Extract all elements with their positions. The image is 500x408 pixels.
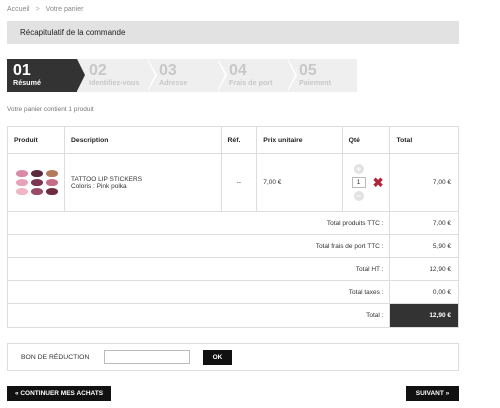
header-unit-price: Prix unitaire: [256, 126, 343, 154]
coupon-box: BON DE RÉDUCTION OK: [7, 343, 459, 371]
step-payment: 05 Paiement: [287, 59, 357, 92]
step-label: Adresse: [159, 78, 188, 87]
product-total: 7,00 €: [389, 153, 459, 212]
product-ref: --: [220, 153, 258, 212]
step-label: Identifiez-vous: [89, 78, 140, 87]
step-address: 03 Adresse: [147, 59, 227, 92]
product-qty-cell: + 1 − ✖: [341, 153, 391, 212]
lip-swatch: [46, 188, 58, 195]
coupon-label: BON DE RÉDUCTION: [21, 353, 90, 361]
step-label: Résumé: [13, 78, 41, 87]
header-total: Total: [389, 126, 459, 154]
header-product: Produit: [7, 126, 65, 154]
summary-row: Total HT : 12,90 €: [6, 257, 459, 281]
header-ref: Réf.: [220, 126, 258, 154]
product-name[interactable]: TATTOO LIP STICKERS: [71, 176, 215, 183]
lip-swatch: [31, 179, 43, 186]
product-description-cell: TATTOO LIP STICKERS Coloris : Pink polka: [64, 153, 222, 212]
step-shipping: 04 Frais de port: [217, 59, 297, 92]
breadcrumb-current: Votre panier: [45, 6, 84, 13]
breadcrumb-separator: >: [35, 6, 40, 13]
coupon-ok-button[interactable]: OK: [203, 349, 232, 365]
summary-value: 5,90 €: [389, 234, 459, 258]
product-image-cell: [7, 153, 65, 212]
summary-label: Total taxes :: [6, 280, 391, 304]
summary-label: Total HT :: [6, 257, 391, 281]
next-button[interactable]: SUIVANT »: [406, 386, 459, 401]
step-summary[interactable]: 01 Résumé: [7, 59, 85, 92]
checkout-steps: 01 Résumé 02 Identifiez-vous 03 Adresse …: [7, 59, 357, 92]
cart-table: Produit Description Réf. Prix unitaire Q…: [6, 126, 459, 328]
qty-input[interactable]: 1: [351, 177, 366, 188]
breadcrumb: Accueil > Votre panier: [7, 6, 83, 13]
delete-icon[interactable]: ✖: [373, 176, 384, 189]
product-unit-price: 7,00 €: [256, 153, 343, 212]
qty-decrease-button[interactable]: −: [353, 191, 364, 201]
table-header-row: Produit Description Réf. Prix unitaire Q…: [7, 126, 459, 154]
summary-label: Total produits TTC :: [6, 211, 391, 235]
step-label: Paiement: [299, 78, 331, 87]
lip-swatch: [31, 170, 43, 177]
summary-row: Total produits TTC : 7,00 €: [6, 211, 459, 235]
qty-increase-button[interactable]: +: [353, 164, 364, 174]
grand-total-value: 12,90 €: [389, 303, 459, 328]
table-row: TATTOO LIP STICKERS Coloris : Pink polka…: [7, 153, 459, 212]
coupon-input[interactable]: [104, 350, 190, 364]
lip-swatch: [16, 188, 28, 195]
breadcrumb-home-link[interactable]: Accueil: [7, 6, 30, 13]
cart-count: Votre panier contient 1 produit: [7, 106, 94, 113]
page-title: Récapitulatif de la commande: [7, 21, 459, 44]
product-image[interactable]: [14, 170, 58, 195]
lip-swatch: [46, 170, 58, 177]
product-variant: Coloris : Pink polka: [71, 182, 127, 190]
summary-value: 0,00 €: [389, 280, 459, 304]
continue-shopping-button[interactable]: « CONTINUER MES ACHATS: [7, 386, 111, 401]
step-identify: 02 Identifiez-vous: [77, 59, 157, 92]
grand-total-label: Total :: [6, 303, 391, 328]
summary-label: Total frais de port TTC :: [6, 234, 391, 258]
grand-total-row: Total : 12,90 €: [6, 303, 459, 328]
summary-row: Total taxes : 0,00 €: [6, 280, 459, 304]
lip-swatch: [46, 179, 58, 186]
summary-value: 12,90 €: [389, 257, 459, 281]
step-label: Frais de port: [229, 78, 273, 87]
header-description: Description: [64, 126, 222, 154]
summary-row: Total frais de port TTC : 5,90 €: [6, 234, 459, 258]
lip-swatch: [31, 188, 43, 195]
summary-value: 7,00 €: [389, 211, 459, 235]
lip-swatch: [16, 179, 28, 186]
header-qty: Qté: [341, 126, 391, 154]
lip-swatch: [16, 170, 28, 177]
